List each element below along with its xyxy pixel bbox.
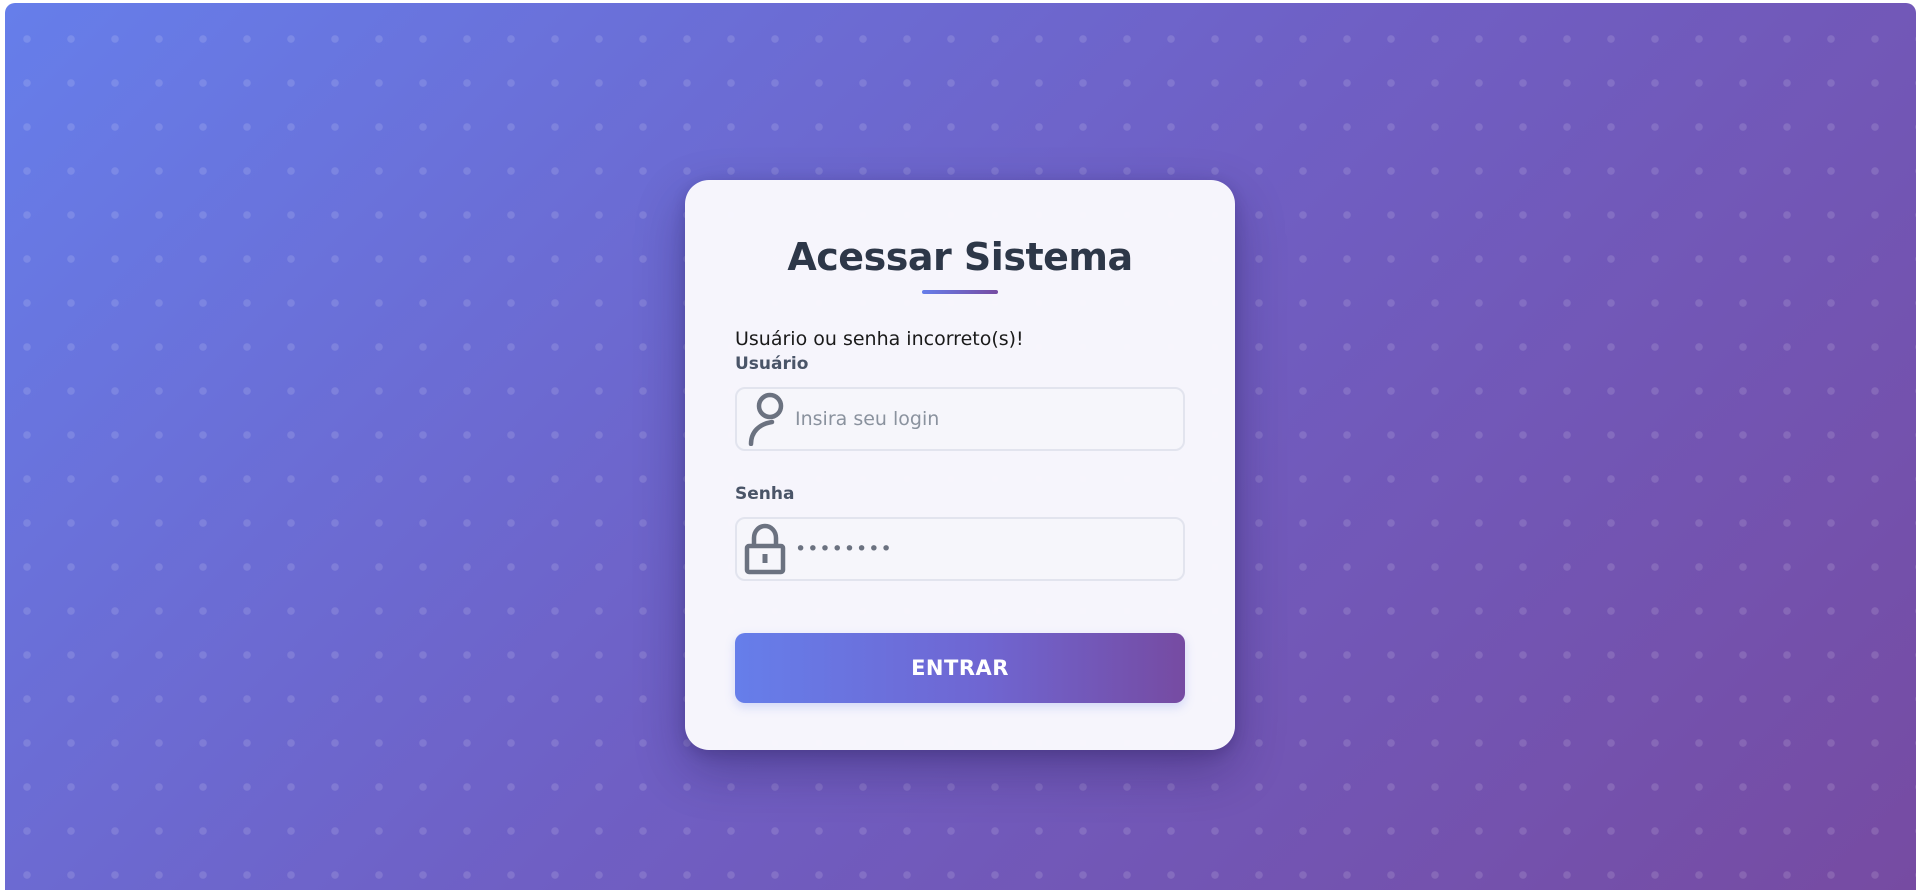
page-title: Acessar Sistema: [787, 235, 1133, 279]
password-field-wrapper: [735, 517, 1185, 581]
error-message: Usuário ou senha incorreto(s)!: [735, 328, 1024, 350]
lock-icon: [743, 519, 787, 579]
username-field-wrapper: [735, 387, 1185, 451]
password-input[interactable]: [795, 519, 1175, 579]
login-card: Acessar Sistema Usuário ou senha incorre…: [685, 180, 1235, 750]
username-label: Usuário: [735, 354, 809, 374]
title-underline: [922, 290, 998, 294]
user-icon: [743, 389, 787, 449]
submit-button[interactable]: ENTRAR: [735, 633, 1185, 703]
page-background: Acessar Sistema Usuário ou senha incorre…: [5, 3, 1916, 890]
password-label: Senha: [735, 484, 795, 504]
username-input[interactable]: [795, 389, 1175, 449]
